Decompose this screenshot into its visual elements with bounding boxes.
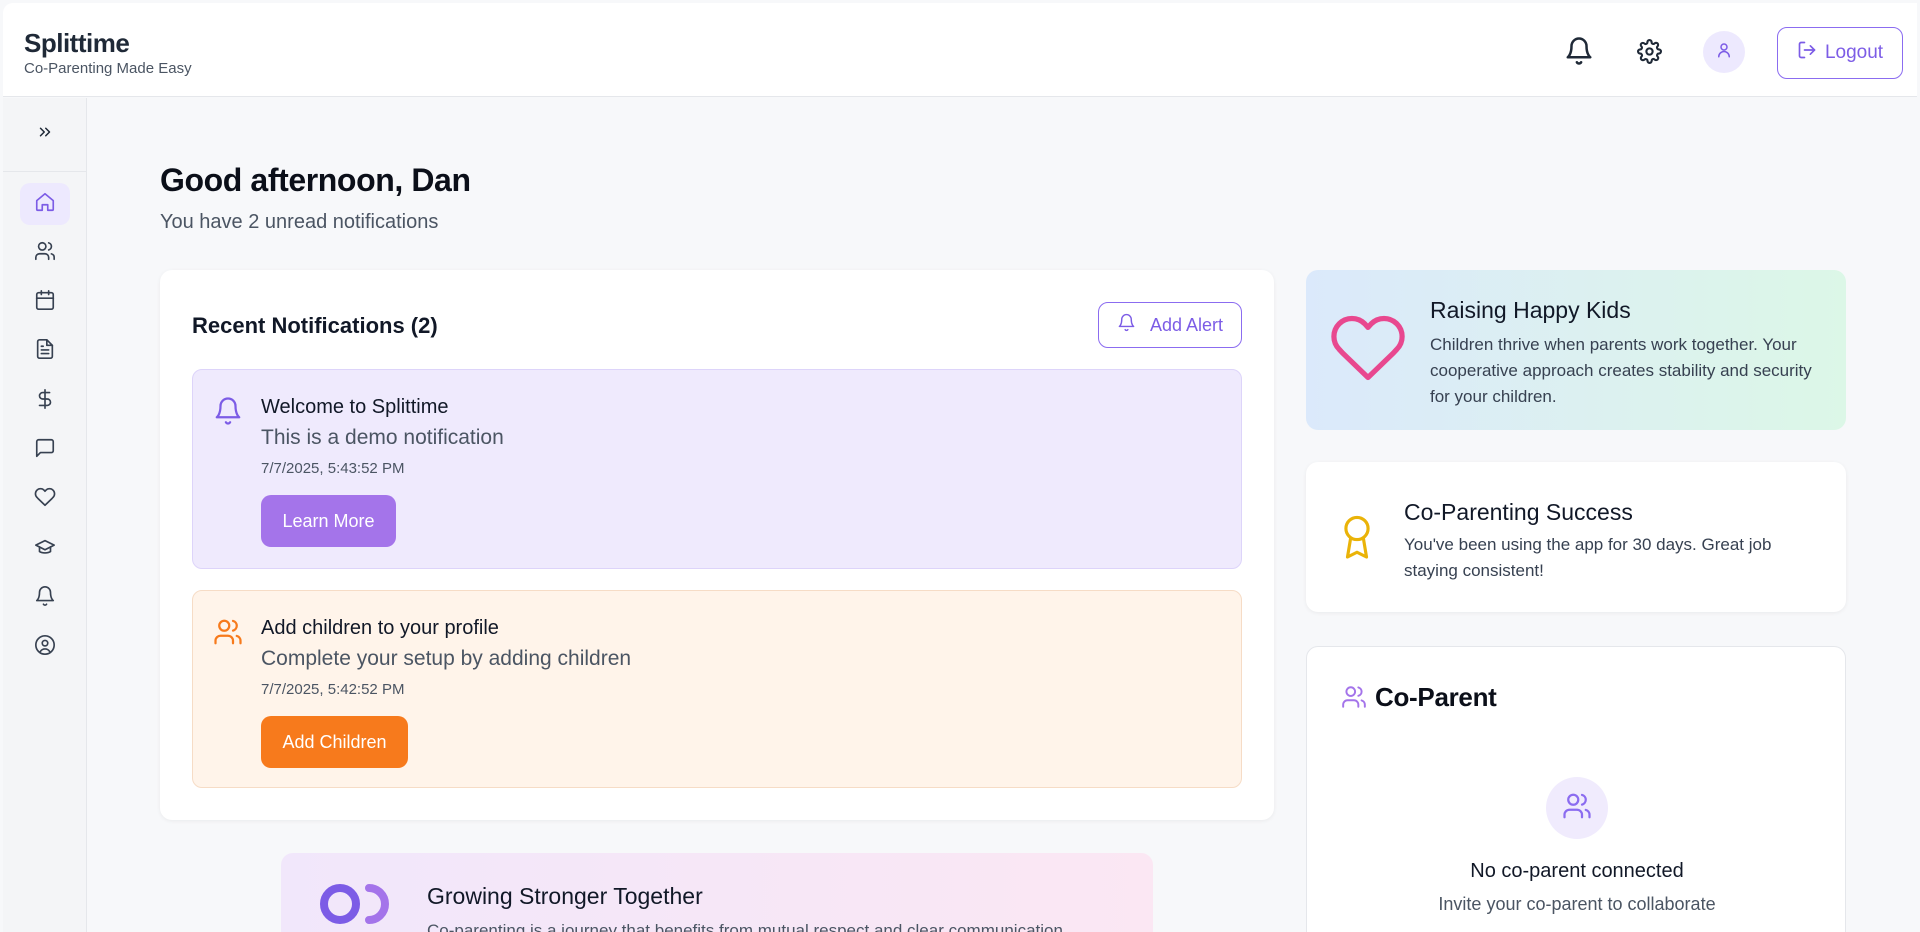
logout-icon [1797,40,1817,66]
growing-together-card: Growing Stronger Together Co-parenting i… [281,853,1153,932]
app-name: Splittime [24,28,130,58]
dollar-icon [34,388,56,415]
notification-time: 7/7/2025, 5:42:52 PM [261,681,405,698]
sidebar-item-calendar[interactable] [20,282,70,324]
sidebar-item-messages[interactable] [20,429,70,471]
graduation-cap-icon [34,536,56,563]
users-icon [34,240,56,267]
page-title: Good afternoon, Dan [160,162,471,198]
notification-card: Add children to your profile Complete yo… [192,590,1242,788]
bell-icon [213,396,243,431]
message-icon [34,437,56,464]
users-icon [1341,684,1367,715]
growing-title: Growing Stronger Together [427,883,703,909]
brand[interactable]: Splittime Co-Parenting Made Easy [24,28,192,77]
avatar[interactable] [1703,31,1745,73]
document-icon [34,338,56,365]
award-icon [1338,514,1376,567]
chevrons-right-icon [36,123,54,146]
sidebar-item-wellbeing[interactable] [20,479,70,521]
empty-state-badge [1546,777,1608,839]
user-circle-icon [34,634,56,661]
top-bar: Splittime Co-Parenting Made Easy Logout [3,3,1917,97]
bell-icon [1117,313,1136,337]
co-parent-card: Co-Parent No co-parent connected Invite … [1306,646,1846,932]
notification-title: Add children to your profile [261,617,499,639]
logout-button[interactable]: Logout [1777,27,1903,79]
unread-summary: You have 2 unread notifications [160,211,439,233]
invite-text: Invite your co-parent to collaborate [1438,894,1716,914]
notification-title: Welcome to Splittime [261,396,449,418]
success-text: You've been using the app for 30 days. G… [1404,535,1772,580]
sidebar-item-education[interactable] [20,528,70,570]
sidebar-item-profile[interactable] [20,627,70,669]
users-icon [1562,791,1592,826]
notifications-title: Recent Notifications (2) [192,313,438,338]
sidebar-item-documents[interactable] [20,331,70,373]
no-co-parent-text: No co-parent connected [1470,860,1684,882]
home-icon [34,191,56,218]
notifications-panel: Recent Notifications (2) Add Alert Welco… [160,270,1274,820]
sidebar-item-home[interactable] [20,183,70,225]
add-alert-label: Add Alert [1149,314,1224,335]
heart-icon [34,486,56,513]
co-parent-title: Co-Parent [1375,682,1497,712]
happy-text: Children thrive when parents work togeth… [1430,335,1812,406]
bell-icon[interactable] [1559,31,1599,71]
growing-text: Co-parenting is a journey that benefits … [427,921,1068,932]
gear-icon[interactable] [1629,31,1669,71]
sidebar-item-family[interactable] [20,232,70,274]
sidebar-nav [20,183,70,676]
user-icon [1715,41,1733,64]
heart-icon [1328,312,1408,389]
sidebar [3,98,87,932]
users-icon [213,617,243,652]
success-title: Co-Parenting Success [1404,499,1633,525]
co-parenting-success-card: Co-Parenting Success You've been using t… [1306,462,1846,612]
add-alert-button[interactable]: Add Alert [1098,302,1242,348]
sidebar-item-alerts[interactable] [20,577,70,619]
sidebar-item-expenses[interactable] [20,380,70,422]
notification-time: 7/7/2025, 5:43:52 PM [261,460,405,477]
sidebar-toggle[interactable] [3,98,87,172]
bell-icon [34,585,56,612]
calendar-icon [34,289,56,316]
learn-more-button[interactable]: Learn More [261,495,396,547]
notification-body: Complete your setup by adding children [261,647,632,670]
rings-logo-icon [319,881,391,932]
add-children-button[interactable]: Add Children [261,716,408,768]
app-tagline: Co-Parenting Made Easy [24,60,192,77]
notification-body: This is a demo notification [261,426,504,449]
notification-card: Welcome to Splittime This is a demo noti… [192,369,1242,569]
happy-title: Raising Happy Kids [1430,297,1631,323]
logout-label: Logout [1824,42,1884,63]
raising-happy-kids-card: Raising Happy Kids Children thrive when … [1306,270,1846,430]
